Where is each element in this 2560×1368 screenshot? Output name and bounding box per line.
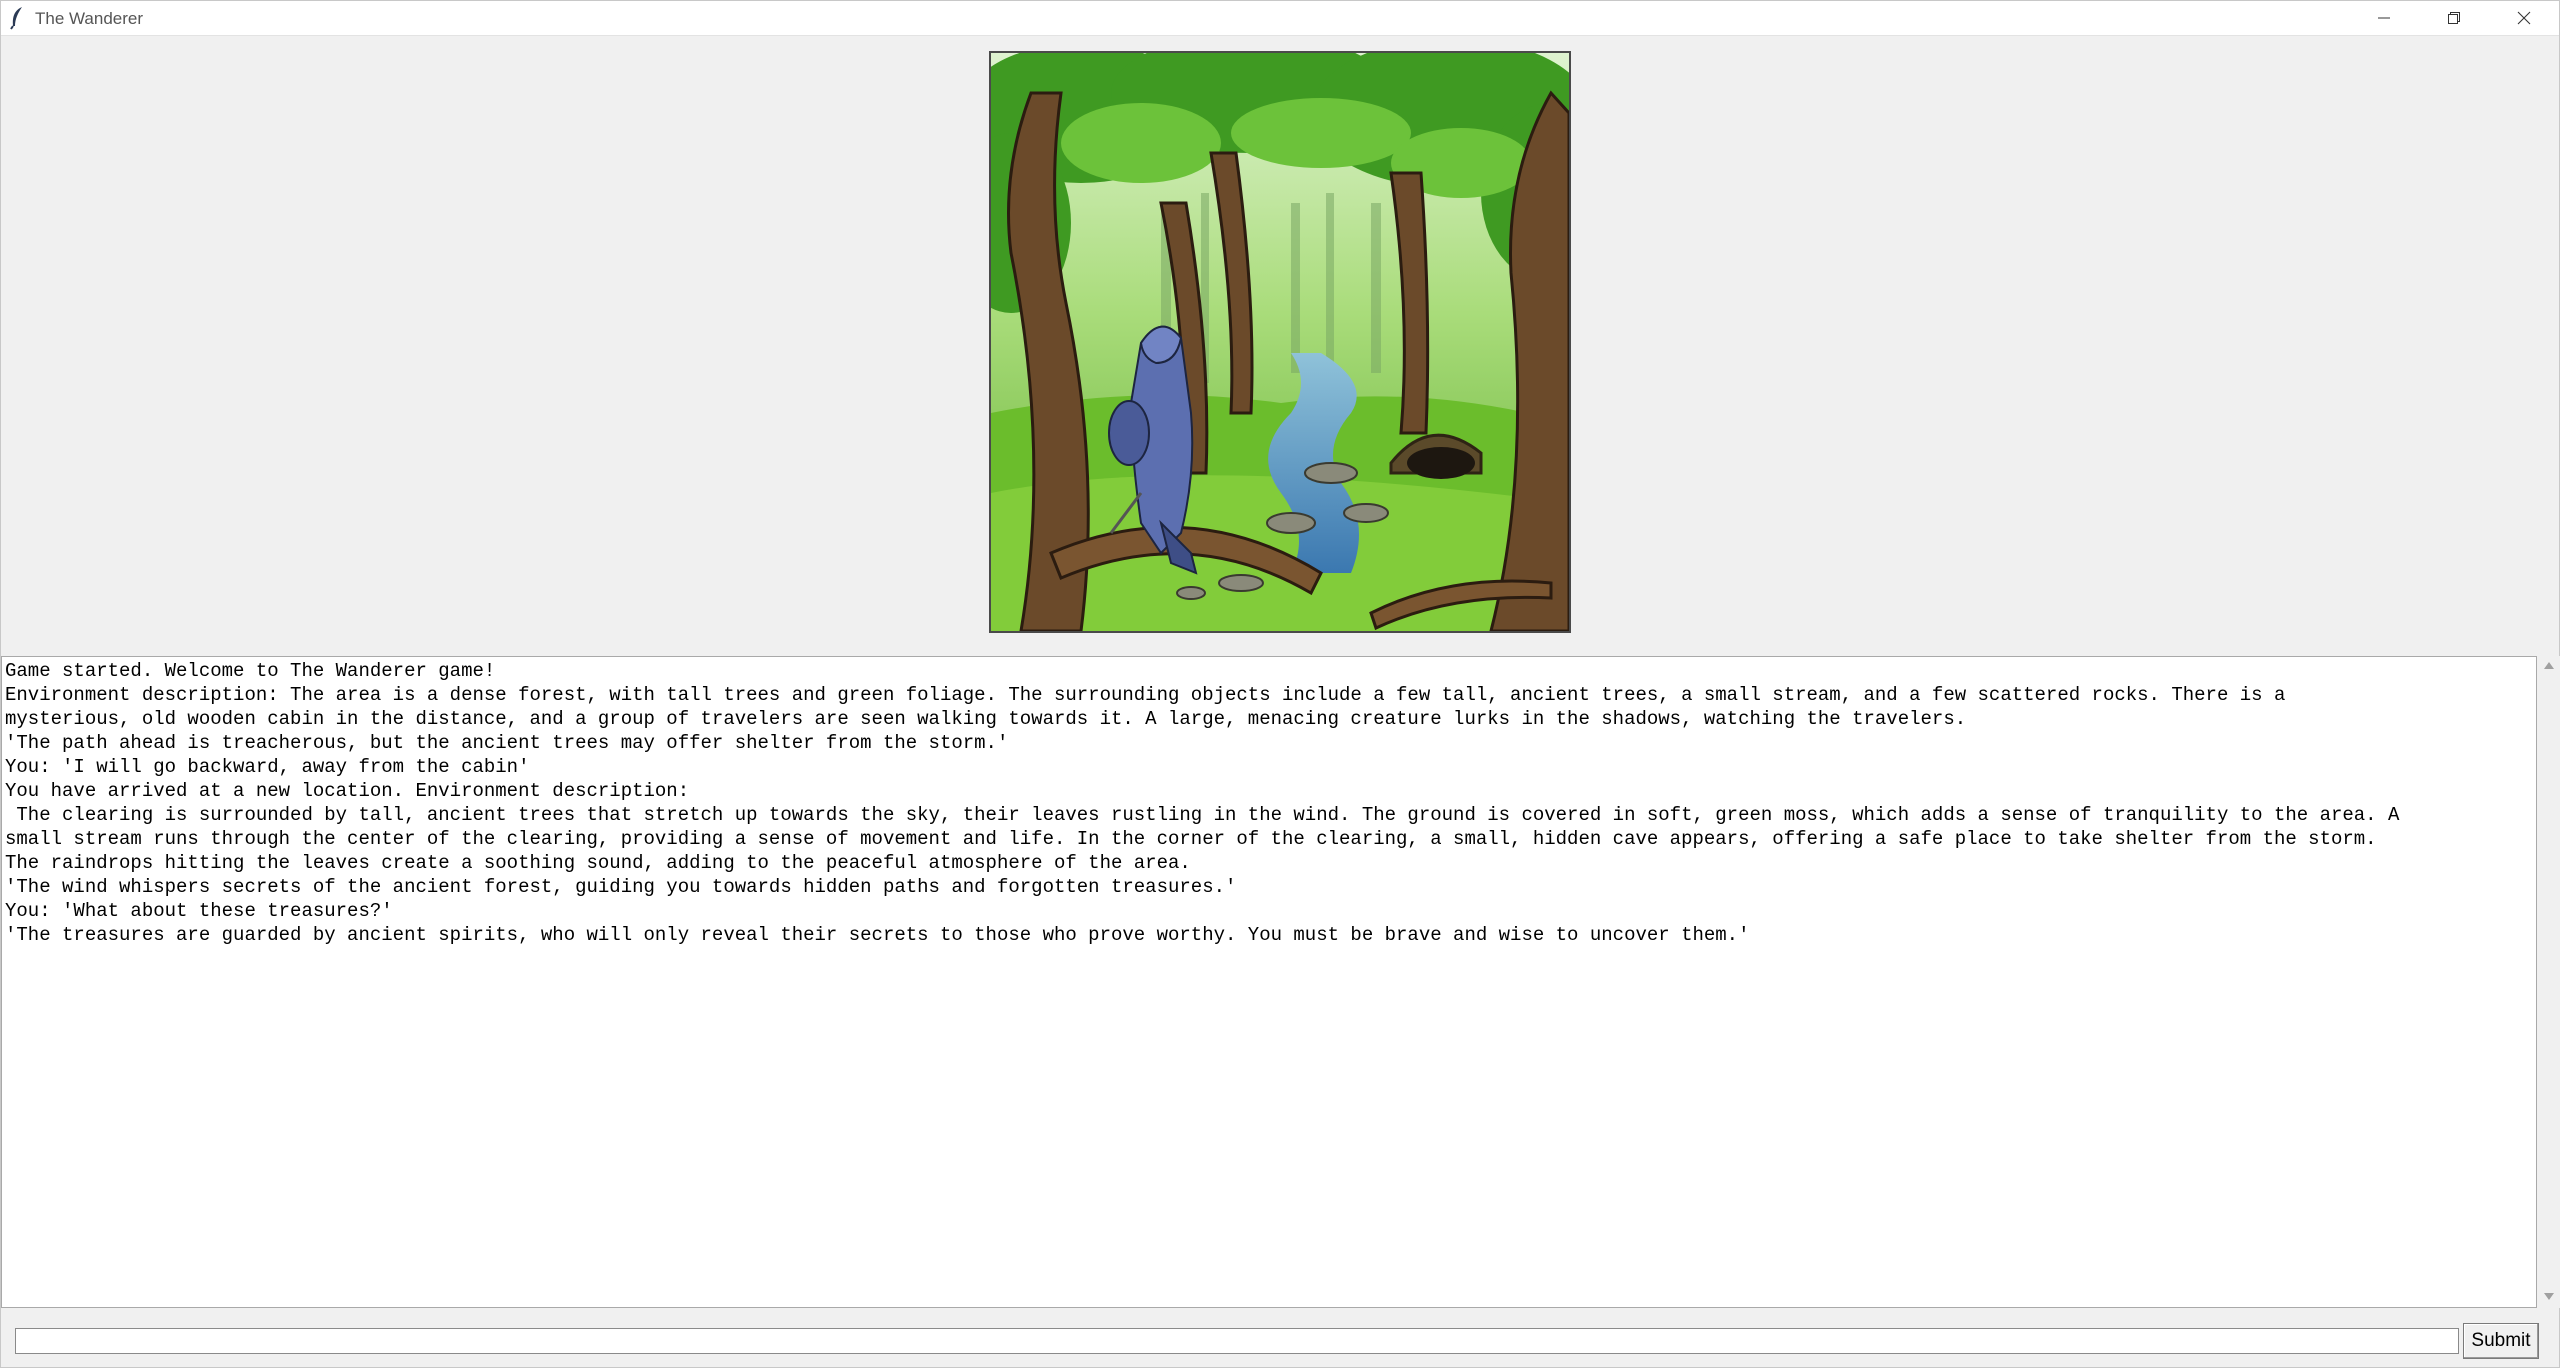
restore-icon [2447,11,2461,25]
forest-scene-image [991,53,1569,631]
command-row: Submit [1,1319,2559,1367]
app-window: The Wanderer Game started. Welcome to Th… [0,0,2560,1368]
log-line: Environment description: The area is a d… [5,684,2286,706]
close-button[interactable] [2489,1,2559,35]
log-lines: Game started. Welcome to The Wanderer ga… [2,657,2536,947]
log-line: 'The treasures are guarded by ancient sp… [5,924,1750,946]
log-line: You have arrived at a new location. Envi… [5,780,690,802]
log-line: The raindrops hitting the leaves create … [5,852,1191,874]
title-bar[interactable]: The Wanderer [1,1,2559,36]
close-icon [2517,11,2531,25]
log-line: You: 'What about these treasures?' [5,900,393,922]
scroll-up-arrow-icon [2543,658,2555,676]
log-line: 'The wind whispers secrets of the ancien… [5,876,1237,898]
log-line: mysterious, old wooden cabin in the dist… [5,708,1967,730]
scroll-down-arrow-icon [2543,1288,2555,1306]
minimize-button[interactable] [2349,1,2419,35]
scroll-down-button[interactable] [2538,1286,2560,1308]
log-scrollbar[interactable] [2538,656,2560,1308]
feather-icon [9,6,25,30]
game-log[interactable]: Game started. Welcome to The Wanderer ga… [1,656,2537,1308]
log-line: 'The path ahead is treacherous, but the … [5,732,1009,754]
log-line: Game started. Welcome to The Wanderer ga… [5,660,496,682]
command-input[interactable] [15,1328,2459,1354]
restore-button[interactable] [2419,1,2489,35]
scene-image [989,51,1571,633]
minimize-icon [2377,11,2391,25]
log-line: You: 'I will go backward, away from the … [5,756,530,778]
window-title: The Wanderer [35,9,144,28]
scroll-up-button[interactable] [2538,656,2560,678]
submit-button[interactable]: Submit [2463,1323,2539,1359]
log-line: The clearing is surrounded by tall, anci… [5,804,2400,826]
log-line: small stream runs through the center of … [5,828,2377,850]
